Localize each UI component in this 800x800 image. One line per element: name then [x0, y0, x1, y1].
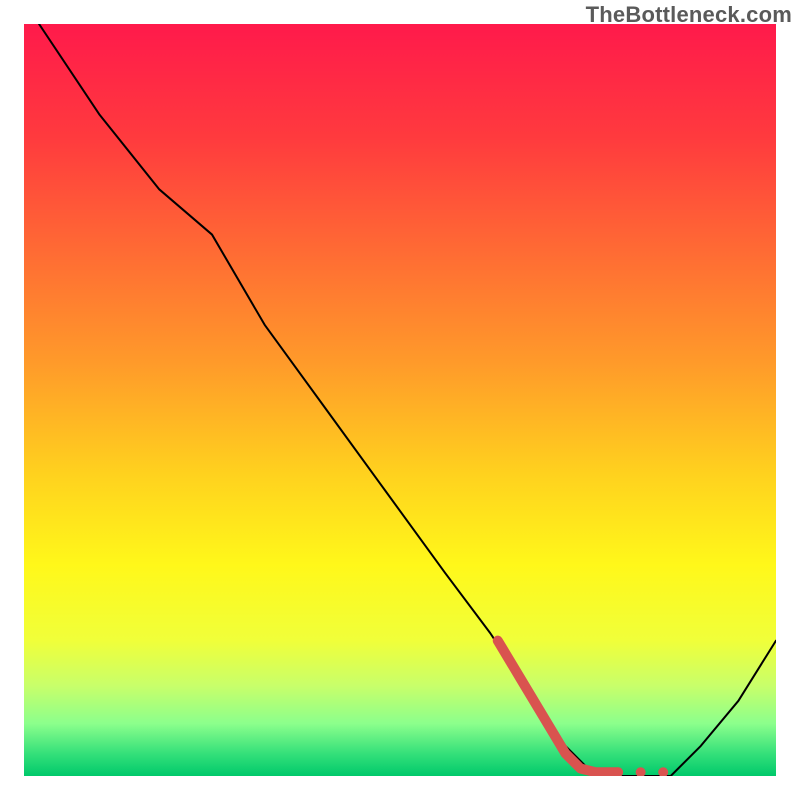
bottleneck-chart — [24, 24, 776, 776]
chart-stage: TheBottleneck.com — [0, 0, 800, 800]
gradient-background — [24, 24, 776, 776]
